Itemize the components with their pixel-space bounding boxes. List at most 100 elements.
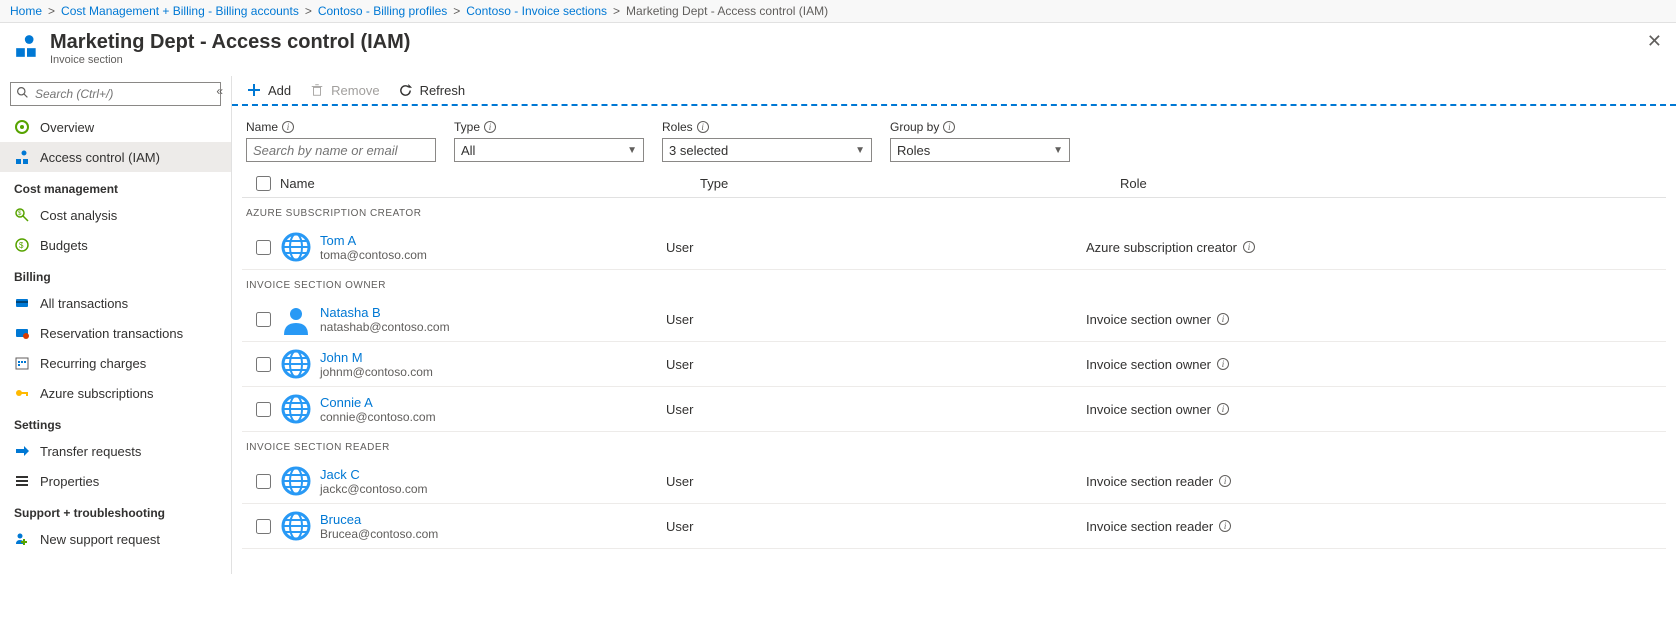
collapse-sidebar-icon[interactable]: « — [216, 84, 223, 98]
table-row[interactable]: Natasha Bnatashab@contoso.comUserInvoice… — [242, 297, 1666, 342]
toolbar: Add Remove Refresh — [232, 76, 1676, 106]
user-type: User — [666, 240, 1086, 255]
sidebar-item-budgets[interactable]: $ Budgets — [0, 230, 231, 260]
breadcrumb-item[interactable]: Cost Management + Billing - Billing acco… — [61, 4, 299, 18]
table-row[interactable]: Jack Cjackc@contoso.comUserInvoice secti… — [242, 459, 1666, 504]
groupby-dropdown[interactable]: Roles▼ — [890, 138, 1070, 162]
table-header: Name Type Role — [242, 170, 1666, 198]
chevron-right-icon: > — [453, 4, 460, 18]
info-icon[interactable]: i — [697, 121, 709, 133]
sidebar-item-label: New support request — [40, 532, 160, 547]
breadcrumb-item[interactable]: Contoso - Billing profiles — [318, 4, 447, 18]
chevron-right-icon: > — [48, 4, 55, 18]
sidebar-search: « — [10, 82, 221, 106]
table-row[interactable]: Connie Aconnie@contoso.comUserInvoice se… — [242, 387, 1666, 432]
row-checkbox[interactable] — [256, 357, 271, 372]
sidebar-item-transfer-requests[interactable]: Transfer requests — [0, 436, 231, 466]
info-icon[interactable]: i — [1219, 475, 1231, 487]
info-icon[interactable]: i — [484, 121, 496, 133]
trash-icon — [309, 82, 325, 98]
page-subtitle: Invoice section — [50, 54, 410, 66]
user-email: natashab@contoso.com — [320, 320, 450, 334]
svg-text:$: $ — [19, 241, 24, 250]
breadcrumb-item[interactable]: Contoso - Invoice sections — [466, 4, 607, 18]
refresh-button[interactable]: Refresh — [398, 82, 466, 98]
close-button[interactable]: ✕ — [1647, 31, 1662, 52]
filter-type: Type i All▼ — [454, 120, 644, 162]
info-icon[interactable]: i — [1243, 241, 1255, 253]
sidebar-group-title: Cost management — [0, 172, 231, 200]
sidebar-item-properties[interactable]: Properties — [0, 466, 231, 496]
remove-button[interactable]: Remove — [309, 82, 379, 98]
table-row[interactable]: John Mjohnm@contoso.comUserInvoice secti… — [242, 342, 1666, 387]
select-all-checkbox[interactable] — [256, 176, 271, 191]
column-type[interactable]: Type — [700, 176, 1120, 191]
breadcrumb-item[interactable]: Home — [10, 4, 42, 18]
column-name[interactable]: Name — [280, 176, 700, 191]
column-role[interactable]: Role — [1120, 176, 1662, 191]
sidebar-item-label: Transfer requests — [40, 444, 141, 459]
user-avatar-icon — [280, 465, 312, 497]
user-name-link[interactable]: John M — [320, 350, 433, 365]
user-type: User — [666, 357, 1086, 372]
refresh-label: Refresh — [420, 83, 466, 98]
sidebar-item-cost-analysis[interactable]: $Cost analysis — [0, 200, 231, 230]
sidebar-item-reservation-transactions[interactable]: Reservation transactions — [0, 318, 231, 348]
user-name-link[interactable]: Connie A — [320, 395, 436, 410]
dropdown-value: Roles — [897, 143, 930, 158]
search-icon — [16, 86, 29, 99]
user-avatar-icon — [280, 393, 312, 425]
row-checkbox[interactable] — [256, 240, 271, 255]
type-dropdown[interactable]: All▼ — [454, 138, 644, 162]
sidebar-item-azure-subscriptions[interactable]: Azure subscriptions — [0, 378, 231, 408]
filter-label: Roles i — [662, 120, 872, 134]
user-type: User — [666, 474, 1086, 489]
info-icon[interactable]: i — [1219, 520, 1231, 532]
user-avatar-icon — [280, 303, 312, 335]
sidebar-item-new-support-request[interactable]: New support request — [0, 524, 231, 554]
filter-name: Name i — [246, 120, 436, 162]
role-assignments-table: Name Type Role AZURE SUBSCRIPTION CREATO… — [232, 170, 1676, 549]
user-name-link[interactable]: Brucea — [320, 512, 438, 527]
user-role: Invoice section owner — [1086, 312, 1211, 327]
sidebar-item-overview[interactable]: Overview — [0, 112, 231, 142]
user-name-link[interactable]: Jack C — [320, 467, 428, 482]
sidebar-item-access-control-iam-[interactable]: Access control (IAM) — [0, 142, 231, 172]
sidebar-item-label: Cost analysis — [40, 208, 117, 223]
row-checkbox[interactable] — [256, 312, 271, 327]
info-icon[interactable]: i — [1217, 313, 1229, 325]
row-checkbox[interactable] — [256, 402, 271, 417]
sidebar-item-label: Properties — [40, 474, 99, 489]
info-icon[interactable]: i — [282, 121, 294, 133]
sidebar-item-label: Overview — [40, 120, 94, 135]
sidebar-item-label: All transactions — [40, 296, 128, 311]
filter-label: Type i — [454, 120, 644, 134]
user-email: Brucea@contoso.com — [320, 527, 438, 541]
sidebar-item-recurring-charges[interactable]: Recurring charges — [0, 348, 231, 378]
key-icon — [14, 385, 30, 401]
user-email: toma@contoso.com — [320, 248, 427, 262]
reserv-icon — [14, 325, 30, 341]
user-avatar-icon — [280, 231, 312, 263]
add-button[interactable]: Add — [246, 82, 291, 98]
row-checkbox[interactable] — [256, 519, 271, 534]
user-email: johnm@contoso.com — [320, 365, 433, 379]
sidebar-search-input[interactable] — [10, 82, 221, 106]
user-email: connie@contoso.com — [320, 410, 436, 424]
user-name-link[interactable]: Tom A — [320, 233, 427, 248]
info-icon[interactable]: i — [1217, 403, 1229, 415]
table-row[interactable]: Tom Atoma@contoso.comUserAzure subscript… — [242, 225, 1666, 270]
name-search-input[interactable] — [246, 138, 436, 162]
info-icon[interactable]: i — [1217, 358, 1229, 370]
sidebar-item-all-transactions[interactable]: All transactions — [0, 288, 231, 318]
breadcrumb: Home > Cost Management + Billing - Billing… — [0, 0, 1676, 23]
user-name-link[interactable]: Natasha B — [320, 305, 450, 320]
sidebar-item-label: Budgets — [40, 238, 88, 253]
name-search-field[interactable] — [253, 143, 429, 158]
info-icon[interactable]: i — [943, 121, 955, 133]
table-row[interactable]: BruceaBrucea@contoso.comUserInvoice sect… — [242, 504, 1666, 549]
roles-dropdown[interactable]: 3 selected▼ — [662, 138, 872, 162]
support-icon — [14, 531, 30, 547]
row-checkbox[interactable] — [256, 474, 271, 489]
invoice-section-icon — [14, 33, 40, 59]
